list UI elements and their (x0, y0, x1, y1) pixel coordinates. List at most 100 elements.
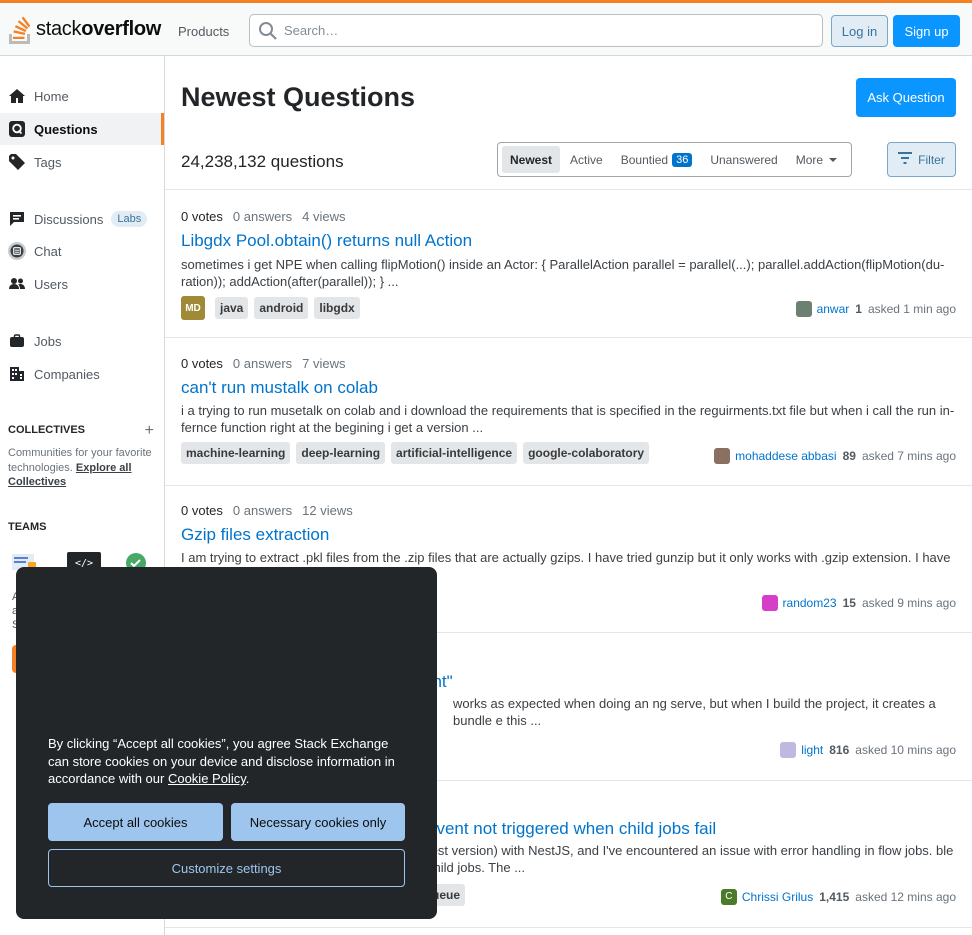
question-title[interactable]: Libgdx Pool.obtain() returns null Action (181, 231, 472, 251)
user-reputation: 816 (829, 743, 850, 757)
vote-count: 0 votes (181, 503, 223, 518)
bounty-count-badge: 36 (672, 152, 693, 167)
briefcase-icon (8, 332, 26, 350)
question-title[interactable]: can't run mustalk on colab (181, 378, 378, 398)
question-title[interactable]: Gzip files extraction (181, 525, 329, 545)
user-reputation: 1 (855, 302, 862, 316)
sidebar-item-users[interactable]: Users (0, 268, 164, 300)
labs-badge: Labs (111, 211, 148, 227)
sidebar-item-chat[interactable]: Chat (0, 235, 164, 267)
search-box[interactable] (249, 14, 823, 47)
question-tags: MD java android libgdx (181, 296, 366, 320)
tag-libgdx[interactable]: libgdx (314, 297, 360, 319)
necessary-cookies-button[interactable]: Necessary cookies only (231, 803, 405, 841)
discussions-icon (8, 210, 26, 228)
cookie-consent-text: By clicking “Accept all cookies”, you ag… (48, 735, 410, 788)
cookie-policy-link[interactable]: Cookie Policy (168, 771, 246, 786)
tag-deep-learning[interactable]: deep-learning (296, 442, 386, 464)
view-count: 7 views (302, 356, 346, 371)
asked-time: asked 7 mins ago (861, 449, 956, 463)
signup-button[interactable]: Sign up (893, 15, 960, 47)
sidebar-item-label: Users (34, 276, 68, 292)
avatar[interactable] (714, 448, 731, 464)
filter-button[interactable]: Filter (887, 142, 956, 177)
view-count: 4 views (302, 209, 346, 224)
logo-text-suffix: overflow (81, 17, 162, 40)
filter-button-label: Filter (918, 152, 945, 167)
top-bar: stackoverflow Products Log in Sign up (0, 0, 972, 56)
user-name[interactable]: mohaddese abbasi (735, 449, 836, 463)
tag-google-colaboratory[interactable]: google-colaboratory (523, 442, 650, 464)
plus-icon[interactable]: + (145, 422, 154, 438)
user-name[interactable]: random23 (783, 596, 837, 610)
sidebar-item-label: Tags (34, 154, 62, 170)
sidebar-item-label: Questions (34, 121, 98, 137)
answer-count: 0 answers (232, 503, 293, 518)
sidebar-item-jobs[interactable]: Jobs (0, 325, 164, 357)
user-name[interactable]: light (801, 743, 823, 757)
avatar[interactable] (780, 742, 797, 758)
user-name[interactable]: anwar (817, 302, 850, 316)
question-excerpt: i a trying to run musetalk on colab and … (181, 403, 955, 435)
tag-artificial-intelligence[interactable]: artificial-intelligence (391, 442, 518, 464)
vote-count: 0 votes (181, 356, 223, 371)
question-excerpt: sometimes i get NPE when calling flipMot… (181, 257, 945, 289)
user-name[interactable]: Chrissi Grilus (742, 890, 813, 904)
cookie-text-end: . (245, 771, 250, 786)
stackoverflow-logo[interactable]: stackoverflow (8, 11, 161, 47)
questions-icon (8, 120, 26, 138)
tab-more-label: More (795, 152, 824, 167)
sidebar-item-companies[interactable]: Companies (0, 358, 164, 390)
user-reputation: 15 (842, 596, 856, 610)
avatar[interactable] (761, 595, 778, 611)
login-button[interactable]: Log in (831, 15, 888, 47)
avatar[interactable] (795, 301, 812, 317)
sidebar-item-home[interactable]: Home (0, 80, 164, 112)
collectives-description: Communities for your favorite technologi… (8, 446, 156, 490)
user-reputation: 1,415 (819, 890, 850, 904)
customize-settings-button[interactable]: Customize settings (48, 849, 405, 887)
question-title[interactable]: event not triggered when child jobs fail (427, 819, 716, 839)
search-input[interactable] (284, 23, 784, 38)
products-menu[interactable]: Products (170, 15, 237, 47)
tab-active[interactable]: Active (562, 146, 611, 173)
collectives-heading-text: COLLECTIVES (8, 424, 86, 436)
user-reputation: 89 (842, 449, 856, 463)
chat-icon (8, 242, 26, 260)
stack-logo-icon (9, 16, 31, 44)
teams-heading: TEAMS (8, 521, 47, 533)
tab-bountied[interactable]: Bountied 36 (613, 146, 701, 173)
question-summary: 0 votes 0 answers 4 views Libgdx Pool.ob… (165, 190, 972, 338)
avatar[interactable]: C (720, 889, 737, 905)
question-excerpt: test version) with NestJS, and I've enco… (427, 843, 954, 875)
ask-question-button[interactable]: Ask Question (856, 78, 956, 117)
vote-count: 0 votes (181, 209, 223, 224)
asked-time: asked 9 mins ago (861, 596, 956, 610)
search-icon (259, 21, 277, 40)
sidebar-item-label: Companies (34, 366, 100, 382)
sidebar-item-label: Chat (34, 243, 62, 259)
asked-time: asked 12 mins ago (855, 890, 956, 904)
answer-count: 0 answers (232, 209, 293, 224)
tab-unanswered[interactable]: Unanswered (702, 146, 785, 173)
tag-java[interactable]: java (215, 297, 249, 319)
question-stats: 0 votes 0 answers 7 views (181, 356, 356, 371)
answer-count: 0 answers (232, 356, 293, 371)
sidebar-item-tags[interactable]: Tags (0, 146, 164, 178)
tab-more[interactable]: More (788, 146, 845, 173)
user-card: light 816 asked 10 mins ago (780, 742, 956, 758)
sidebar-item-label: Home (34, 88, 69, 104)
question-tags: machine-learning deep-learning artificia… (181, 442, 655, 464)
asked-time: asked 1 min ago (867, 302, 956, 316)
home-icon (8, 87, 26, 105)
logo-text-prefix: stack (36, 17, 82, 40)
accept-all-cookies-button[interactable]: Accept all cookies (48, 803, 223, 841)
tab-newest[interactable]: Newest (502, 146, 561, 173)
sidebar-item-questions[interactable]: Questions (0, 113, 164, 145)
question-summary: 0 votes 0 answers 7 views can't run must… (165, 338, 972, 486)
user-card: random23 15 asked 9 mins ago (761, 595, 956, 611)
users-icon (8, 275, 26, 293)
tag-android[interactable]: android (254, 297, 309, 319)
sidebar-item-discussions[interactable]: Discussions Labs (0, 203, 164, 235)
tag-machine-learning[interactable]: machine-learning (181, 442, 291, 464)
